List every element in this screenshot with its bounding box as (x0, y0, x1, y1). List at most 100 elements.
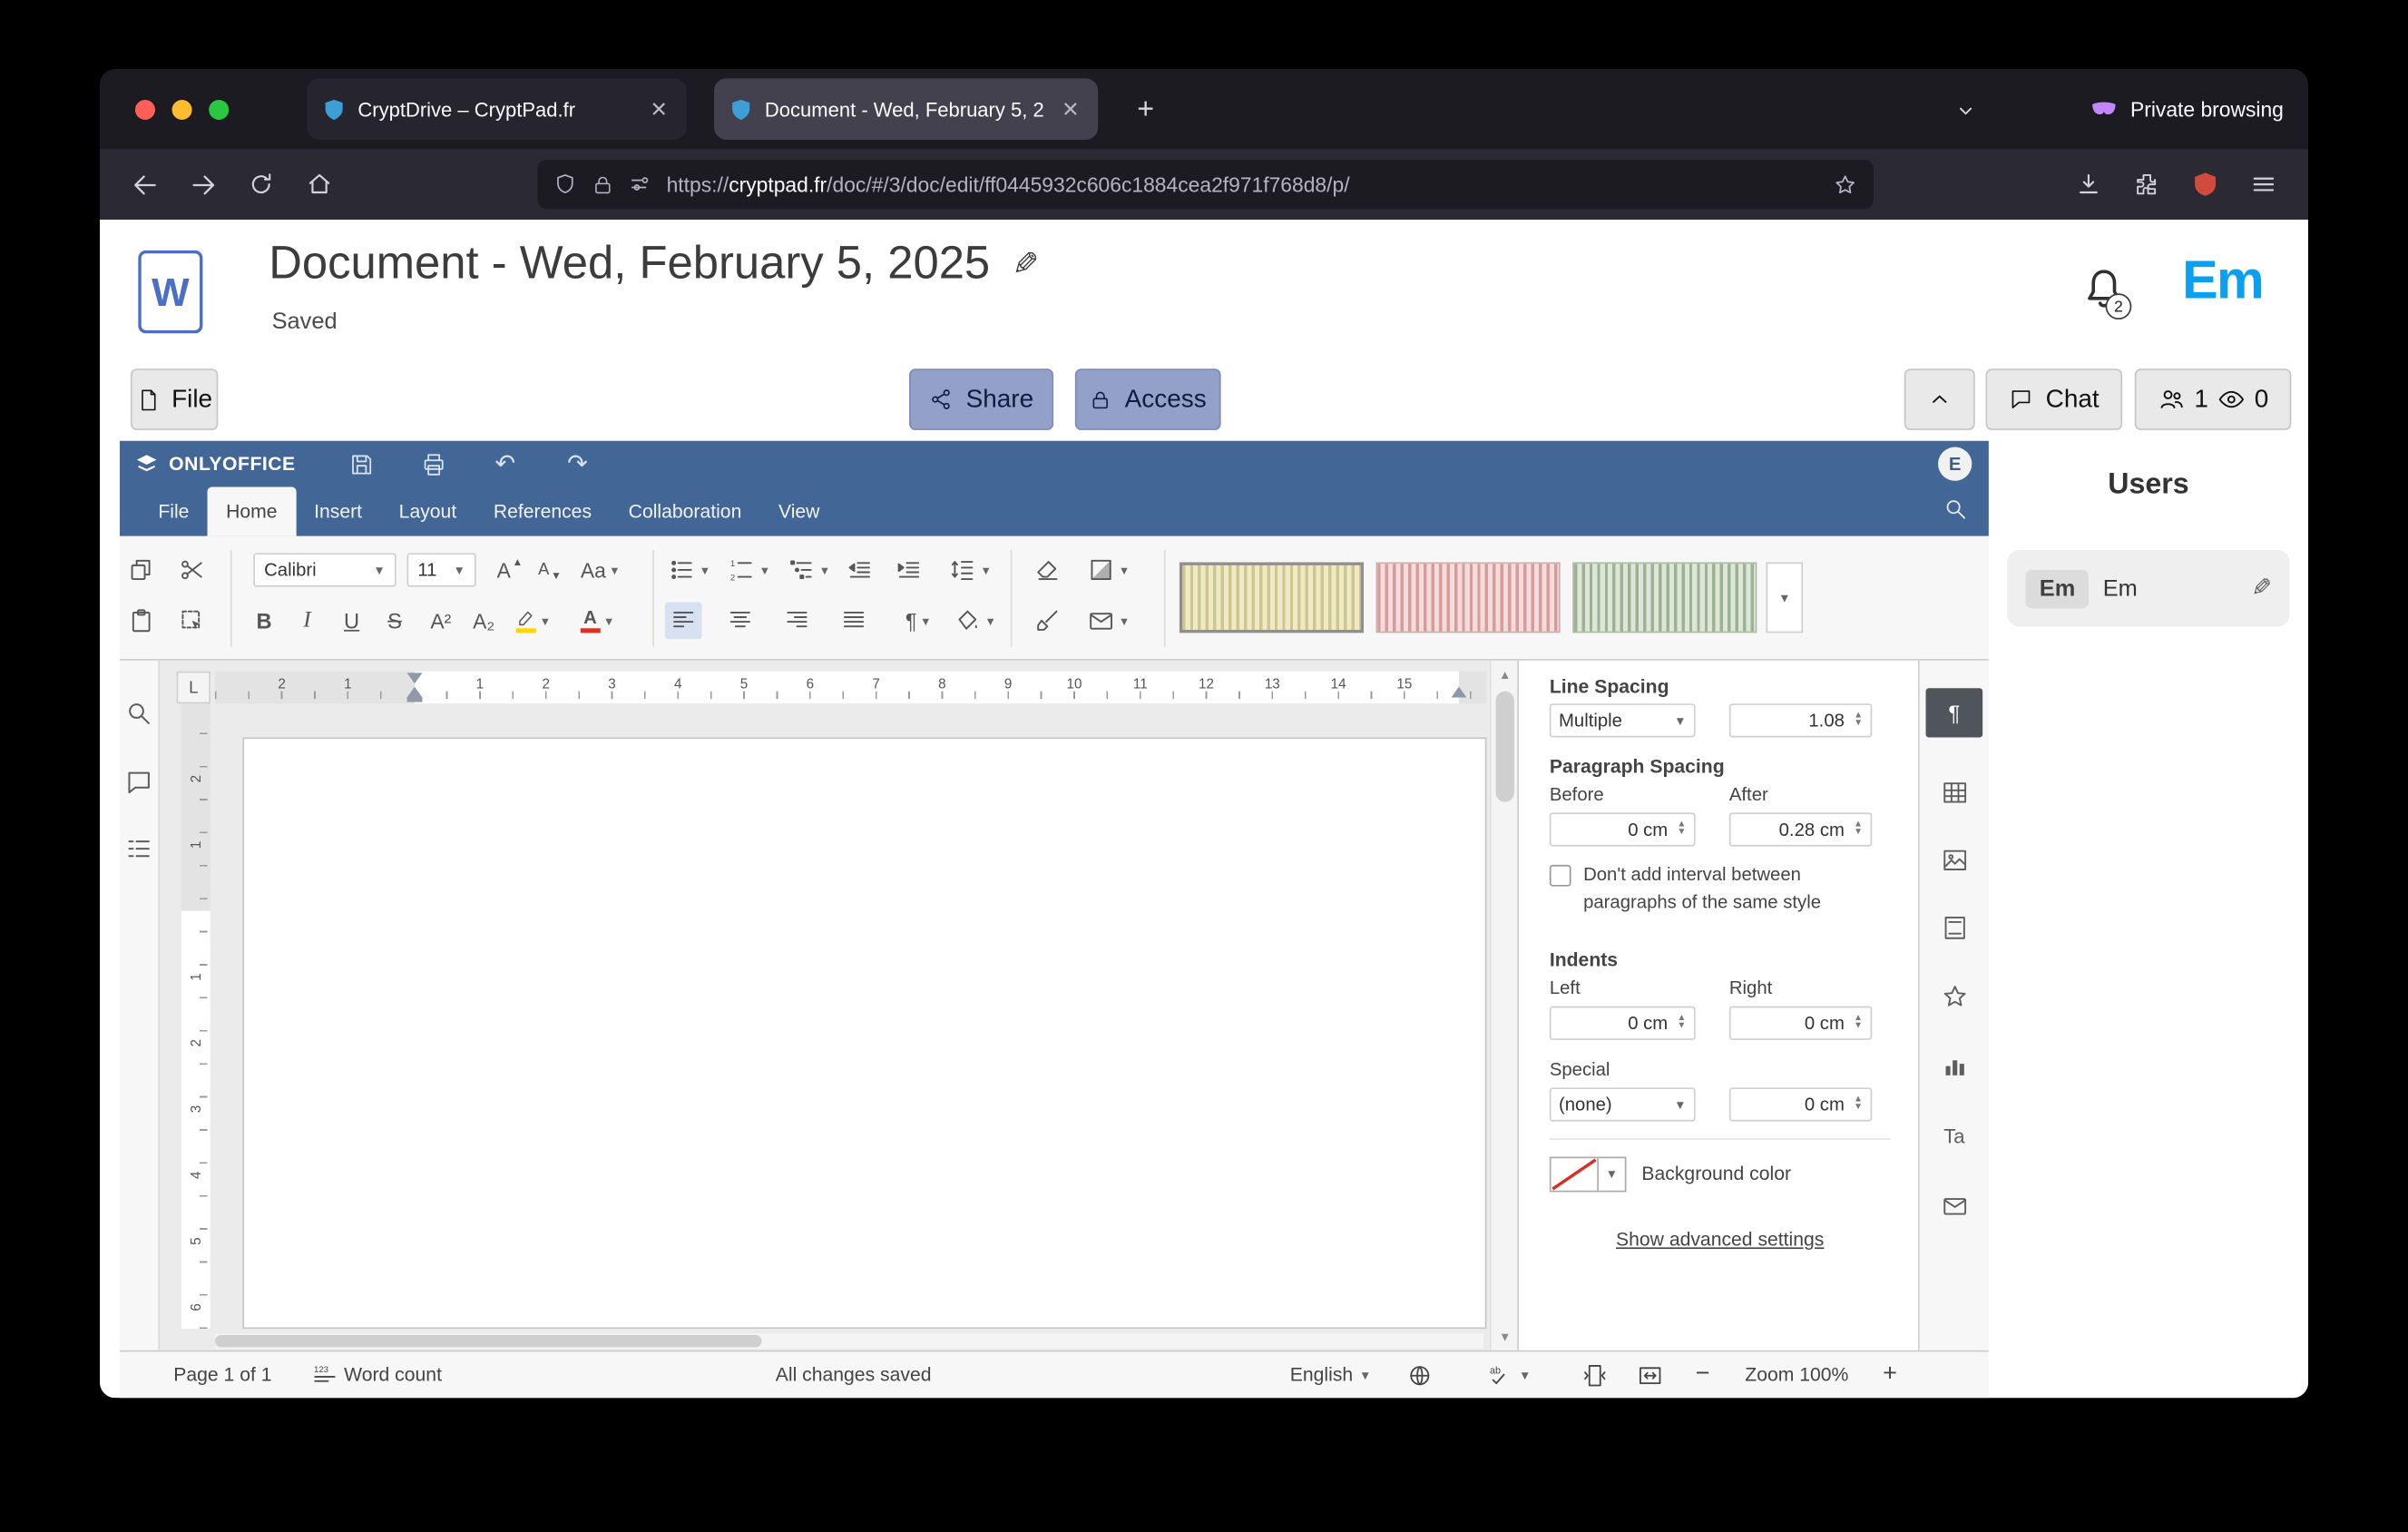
tab-close-icon[interactable]: ✕ (647, 96, 671, 123)
window-close-button[interactable] (135, 100, 155, 120)
window-minimize-button[interactable] (172, 100, 192, 120)
chart-settings-tab[interactable] (1926, 1042, 1983, 1091)
reload-button[interactable] (237, 160, 286, 209)
strikethrough-button[interactable]: S (377, 602, 414, 639)
word-count-button[interactable]: 123 Word count (312, 1351, 442, 1398)
align-left-button[interactable] (665, 602, 702, 639)
mail-merge-settings-tab[interactable] (1926, 1182, 1983, 1231)
comments-button[interactable] (124, 768, 155, 799)
interval-checkbox[interactable] (1550, 865, 1571, 887)
style-gallery-expand-button[interactable]: ▼ (1766, 562, 1803, 633)
find-button[interactable] (124, 699, 155, 730)
numbering-button[interactable]: 12▼ (725, 552, 774, 589)
style-thumbnail-1[interactable] (1180, 562, 1364, 633)
user-avatar[interactable]: Em (2182, 250, 2263, 312)
bookmark-star-icon[interactable] (1832, 172, 1858, 198)
change-case-button[interactable]: Aa▼ (574, 552, 627, 589)
share-button[interactable]: Share (909, 368, 1053, 430)
text-art-settings-tab[interactable]: Ta (1926, 1111, 1983, 1160)
vertical-scroll-thumb[interactable] (1496, 692, 1514, 802)
lock-icon[interactable] (592, 172, 614, 195)
edit-user-pencil-icon[interactable]: ✎ (2251, 573, 2272, 604)
menu-collaboration[interactable]: Collaboration (610, 487, 759, 536)
menu-file[interactable]: File (140, 487, 208, 536)
url-bar[interactable]: https://cryptpad.fr/doc/#/3/doc/edit/ff0… (537, 160, 1874, 209)
bullets-button[interactable]: ▼ (665, 552, 714, 589)
advanced-settings-link[interactable]: Show advanced settings (1519, 1229, 1921, 1251)
style-thumbnail-2[interactable] (1376, 562, 1561, 633)
window-zoom-button[interactable] (209, 100, 229, 120)
menu-layout[interactable]: Layout (380, 487, 475, 536)
user-list-item[interactable]: Em Em ✎ (2007, 550, 2289, 627)
left-indent-box[interactable] (407, 697, 423, 702)
fit-page-button[interactable] (1581, 1351, 1608, 1398)
spacing-before-spinner[interactable]: 0 cm▲▼ (1550, 812, 1696, 846)
highlight-color-button[interactable]: ▼ (507, 602, 560, 639)
background-color-swatch[interactable] (1550, 1157, 1599, 1193)
superscript-button[interactable]: A² (422, 602, 459, 639)
header-footer-settings-tab[interactable] (1926, 903, 1983, 952)
print-button[interactable] (415, 446, 452, 483)
cut-button[interactable] (173, 552, 210, 589)
subscript-button[interactable]: A₂ (465, 602, 503, 639)
page-indicator[interactable]: Page 1 of 1 (173, 1351, 271, 1398)
underline-button[interactable]: U (333, 602, 370, 639)
table-settings-tab[interactable] (1926, 768, 1983, 817)
back-button[interactable] (120, 160, 169, 209)
image-settings-tab[interactable] (1926, 836, 1983, 885)
participants-button[interactable]: 1 0 (2135, 368, 2292, 430)
line-spacing-spinner[interactable]: 1.08▲▼ (1729, 703, 1872, 737)
navigation-button[interactable] (124, 834, 155, 865)
vertical-ruler[interactable]: 21 123456 (181, 703, 210, 1329)
shape-settings-tab[interactable] (1926, 972, 1983, 1021)
horizontal-scroll-thumb[interactable] (215, 1335, 762, 1348)
new-tab-button[interactable]: + (1122, 87, 1169, 133)
extensions-button[interactable] (2122, 160, 2171, 209)
copy-style-button[interactable] (1029, 602, 1066, 639)
bold-button[interactable]: B (246, 602, 283, 639)
mail-merge-button[interactable]: ▼ (1084, 602, 1133, 639)
select-all-button[interactable] (173, 602, 210, 639)
document-page[interactable] (242, 737, 1486, 1329)
spacing-after-spinner[interactable]: 0.28 cm▲▼ (1729, 812, 1872, 846)
zoom-out-button[interactable]: − (1696, 1351, 1710, 1398)
decrease-indent-button[interactable] (842, 552, 879, 589)
menu-button[interactable] (2239, 160, 2288, 209)
tab-close-icon[interactable]: ✕ (1059, 96, 1083, 123)
spell-check-button[interactable]: ab▼ (1486, 1351, 1531, 1398)
fit-width-button[interactable] (1637, 1351, 1663, 1398)
ublock-button[interactable] (2180, 160, 2229, 209)
access-button[interactable]: Access (1075, 368, 1221, 430)
scroll-up-arrow[interactable]: ▲ (1492, 663, 1519, 685)
tab-overflow-button[interactable] (1943, 87, 1989, 133)
language-select[interactable]: English▼ (1290, 1351, 1372, 1398)
align-center-button[interactable] (722, 602, 759, 639)
indent-right-spinner[interactable]: 0 cm▲▼ (1729, 1007, 1872, 1040)
increase-font-button[interactable]: A▲ (492, 552, 529, 589)
menu-view[interactable]: View (760, 487, 838, 536)
paragraph-color-button[interactable]: ▼ (1084, 552, 1133, 589)
font-color-button[interactable]: A▼ (572, 602, 624, 639)
tab-cryptdrive[interactable]: CryptDrive – CryptPad.fr ✕ (308, 78, 687, 140)
scroll-down-arrow[interactable]: ▼ (1492, 1326, 1519, 1348)
font-family-combo[interactable]: Calibri▼ (253, 553, 396, 586)
italic-button[interactable]: I (289, 602, 326, 639)
menu-home[interactable]: Home (208, 487, 296, 536)
collapse-toolbar-button[interactable] (1904, 368, 1975, 430)
copy-button[interactable] (122, 552, 160, 589)
paste-button[interactable] (122, 602, 160, 639)
align-right-button[interactable] (778, 602, 816, 639)
tab-stop-selector[interactable]: L (177, 672, 210, 704)
justify-button[interactable] (836, 602, 873, 639)
home-button[interactable] (295, 160, 344, 209)
first-line-indent-marker[interactable] (407, 673, 423, 683)
edit-title-pencil-icon[interactable]: ✎ (1012, 245, 1039, 283)
menu-insert[interactable]: Insert (296, 487, 381, 536)
chat-button[interactable]: Chat (1986, 368, 2123, 430)
permissions-icon[interactable] (628, 172, 652, 197)
file-button[interactable]: File (131, 368, 218, 430)
font-size-combo[interactable]: 11▼ (407, 553, 476, 586)
indent-left-spinner[interactable]: 0 cm▲▼ (1550, 1007, 1696, 1040)
save-button[interactable] (342, 446, 379, 483)
multilevel-list-button[interactable]: ▼ (785, 552, 834, 589)
